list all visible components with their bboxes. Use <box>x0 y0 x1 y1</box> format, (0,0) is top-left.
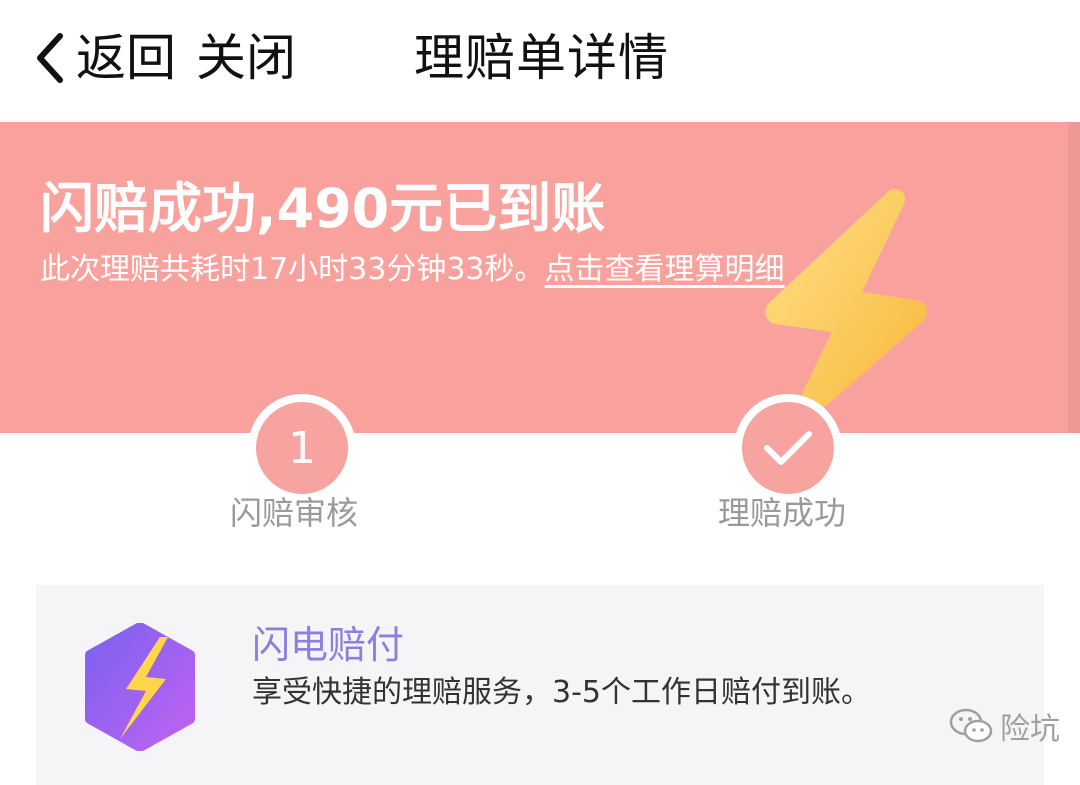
card-description: 享受快捷的理赔服务，3-5个工作日赔付到账。 <box>252 675 871 710</box>
step-1-circle: 1 <box>248 394 356 502</box>
fast-pay-card: 闪电赔付 享受快捷的理赔服务，3-5个工作日赔付到账。 <box>36 585 1044 785</box>
watermark: 险坑 <box>948 704 1060 748</box>
step-2-label: 理赔成功 <box>718 494 847 532</box>
lightning-icon <box>85 623 195 751</box>
watermark-text: 险坑 <box>1000 712 1060 747</box>
banner-title: 闪赔成功,490元已到账 <box>40 177 606 240</box>
check-icon <box>764 431 812 465</box>
nav-bar: 返回 关闭 理赔单详情 <box>0 0 1080 122</box>
close-button[interactable]: 关闭 <box>196 26 296 90</box>
wechat-icon <box>949 708 993 743</box>
page-title: 理赔单详情 <box>414 29 669 87</box>
step-1-label: 闪赔审核 <box>230 494 359 532</box>
banner-description: 此次理赔共耗时17小时33分钟33秒。点击查看理算明细 <box>40 248 800 292</box>
chevron-left-icon <box>37 33 63 83</box>
card-title: 闪电赔付 <box>252 623 405 667</box>
back-label: 返回 <box>76 29 176 87</box>
success-banner: 闪赔成功,490元已到账 此次理赔共耗时17小时33分钟33秒。点击查看理算明细 <box>0 122 1080 433</box>
lightning-icon <box>765 188 927 424</box>
back-button[interactable]: 返回 <box>30 26 176 90</box>
scrollbar[interactable] <box>1068 122 1080 433</box>
banner-duration-text: 此次理赔共耗时17小时33分钟33秒。 <box>40 252 545 287</box>
step-2-circle <box>734 394 842 502</box>
